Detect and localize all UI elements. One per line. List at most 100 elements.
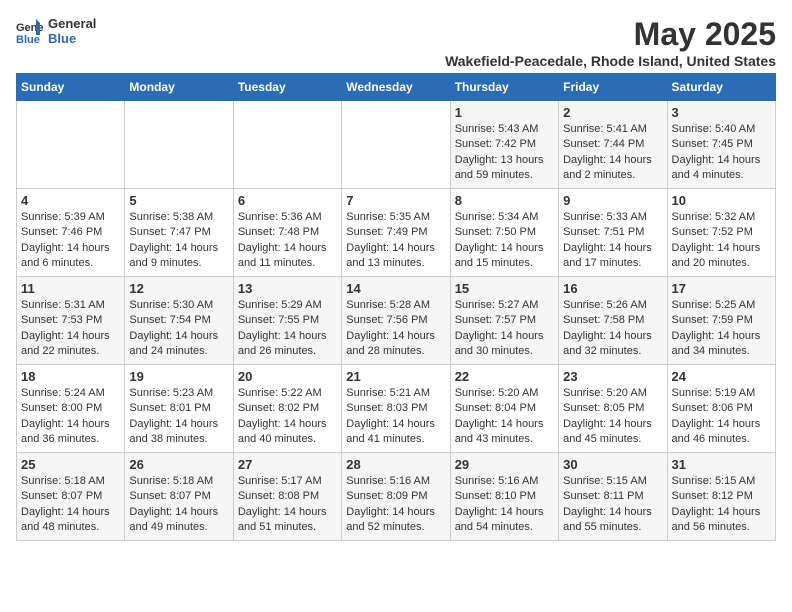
day-info: Sunrise: 5:21 AMSunset: 8:03 PMDaylight:…: [346, 386, 445, 448]
calendar-cell: 2Sunrise: 5:41 AMSunset: 7:44 PMDaylight…: [559, 101, 667, 189]
day-number: 6: [238, 193, 337, 208]
day-info: Sunrise: 5:16 AMSunset: 8:09 PMDaylight:…: [346, 474, 445, 536]
day-info: Sunrise: 5:43 AMSunset: 7:42 PMDaylight:…: [455, 122, 554, 184]
calendar-cell: 29 Sunrise: 5:16 AMSunset: 8:10 PMDayligh…: [450, 453, 558, 541]
day-info: Sunrise: 5:25 AMSunset: 7:59 PMDaylight:…: [672, 298, 771, 360]
calendar-cell: 1 Sunrise: 5:43 AMSunset: 7:42 PMDaylight…: [450, 101, 558, 189]
logo-icon: General Blue: [16, 17, 44, 45]
day-info: Sunrise: 5:29 AMSunset: 7:55 PMDaylight:…: [238, 298, 337, 360]
calendar-cell: [125, 101, 233, 189]
day-number: 5: [129, 193, 228, 208]
day-number: 13: [238, 281, 337, 296]
day-number: 28: [346, 457, 445, 472]
day-number: 1: [455, 105, 554, 120]
day-info: Sunrise: 5:20 AMSunset: 8:05 PMDaylight:…: [563, 386, 662, 448]
day-number: 16: [563, 281, 662, 296]
day-info: Sunrise: 5:15 AMSunset: 8:12 PMDaylight:…: [672, 474, 771, 536]
calendar-table: SundayMondayTuesdayWednesdayThursdayFrid…: [16, 73, 776, 541]
day-number: 9: [563, 193, 662, 208]
day-number: 7: [346, 193, 445, 208]
calendar-cell: 23 Sunrise: 5:20 AMSunset: 8:05 PMDayligh…: [559, 365, 667, 453]
day-info: Sunrise: 5:32 AMSunset: 7:52 PMDaylight:…: [672, 210, 771, 272]
day-info: Sunrise: 5:28 AMSunset: 7:56 PMDaylight:…: [346, 298, 445, 360]
day-info: Sunrise: 5:30 AMSunset: 7:54 PMDaylight:…: [129, 298, 228, 360]
day-info: Sunrise: 5:17 AMSunset: 8:08 PMDaylight:…: [238, 474, 337, 536]
calendar-cell: 26Sunrise: 5:18 AMSunset: 8:07 PMDayligh…: [125, 453, 233, 541]
header-saturday: Saturday: [667, 74, 775, 101]
day-number: 20: [238, 369, 337, 384]
day-number: 23: [563, 369, 662, 384]
day-number: 18: [21, 369, 120, 384]
day-info: Sunrise: 5:20 AMSunset: 8:04 PMDaylight:…: [455, 386, 554, 448]
calendar-cell: 25Sunrise: 5:18 AMSunset: 8:07 PMDayligh…: [17, 453, 125, 541]
calendar-cell: 5 Sunrise: 5:38 AMSunset: 7:47 PMDaylight…: [125, 189, 233, 277]
calendar-cell: 16 Sunrise: 5:26 AMSunset: 7:58 PMDayligh…: [559, 277, 667, 365]
calendar-header-row: SundayMondayTuesdayWednesdayThursdayFrid…: [17, 74, 776, 101]
calendar-cell: [342, 101, 450, 189]
calendar-cell: 22Sunrise: 5:20 AMSunset: 8:04 PMDayligh…: [450, 365, 558, 453]
week-row-4: 18Sunrise: 5:24 AMSunset: 8:00 PMDayligh…: [17, 365, 776, 453]
day-number: 21: [346, 369, 445, 384]
header-sunday: Sunday: [17, 74, 125, 101]
day-info: Sunrise: 5:19 AMSunset: 8:06 PMDaylight:…: [672, 386, 771, 448]
day-info: Sunrise: 5:38 AMSunset: 7:47 PMDaylight:…: [129, 210, 228, 272]
day-info: Sunrise: 5:18 AMSunset: 8:07 PMDaylight:…: [21, 474, 120, 536]
calendar-cell: 24 Sunrise: 5:19 AMSunset: 8:06 PMDayligh…: [667, 365, 775, 453]
day-number: 14: [346, 281, 445, 296]
day-number: 2: [563, 105, 662, 120]
calendar-cell: 20 Sunrise: 5:22 AMSunset: 8:02 PMDayligh…: [233, 365, 341, 453]
day-info: Sunrise: 5:33 AMSunset: 7:51 PMDaylight:…: [563, 210, 662, 272]
day-number: 12: [129, 281, 228, 296]
calendar-cell: 7 Sunrise: 5:35 AMSunset: 7:49 PMDaylight…: [342, 189, 450, 277]
calendar-cell: [233, 101, 341, 189]
day-number: 15: [455, 281, 554, 296]
month-title: May 2025: [445, 16, 776, 53]
calendar-cell: 31 Sunrise: 5:15 AMSunset: 8:12 PMDayligh…: [667, 453, 775, 541]
calendar-cell: 18Sunrise: 5:24 AMSunset: 8:00 PMDayligh…: [17, 365, 125, 453]
calendar-cell: 19 Sunrise: 5:23 AMSunset: 8:01 PMDayligh…: [125, 365, 233, 453]
calendar-cell: 8Sunrise: 5:34 AMSunset: 7:50 PMDaylight…: [450, 189, 558, 277]
header-thursday: Thursday: [450, 74, 558, 101]
day-number: 27: [238, 457, 337, 472]
location: Wakefield-Peacedale, Rhode Island, Unite…: [445, 53, 776, 69]
title-block: May 2025 Wakefield-Peacedale, Rhode Isla…: [445, 16, 776, 69]
calendar-cell: 15 Sunrise: 5:27 AMSunset: 7:57 PMDayligh…: [450, 277, 558, 365]
day-number: 29: [455, 457, 554, 472]
day-info: Sunrise: 5:26 AMSunset: 7:58 PMDaylight:…: [563, 298, 662, 360]
header-monday: Monday: [125, 74, 233, 101]
svg-text:Blue: Blue: [16, 34, 40, 45]
day-info: Sunrise: 5:16 AMSunset: 8:10 PMDaylight:…: [455, 474, 554, 536]
day-info: Sunrise: 5:22 AMSunset: 8:02 PMDaylight:…: [238, 386, 337, 448]
calendar-cell: 14 Sunrise: 5:28 AMSunset: 7:56 PMDayligh…: [342, 277, 450, 365]
header-wednesday: Wednesday: [342, 74, 450, 101]
calendar-cell: 3Sunrise: 5:40 AMSunset: 7:45 PMDaylight…: [667, 101, 775, 189]
day-number: 17: [672, 281, 771, 296]
logo: General Blue General Blue: [16, 16, 96, 46]
day-number: 26: [129, 457, 228, 472]
day-info: Sunrise: 5:35 AMSunset: 7:49 PMDaylight:…: [346, 210, 445, 272]
page-header: General Blue General Blue May 2025 Wakef…: [16, 16, 776, 69]
day-number: 31: [672, 457, 771, 472]
week-row-5: 25Sunrise: 5:18 AMSunset: 8:07 PMDayligh…: [17, 453, 776, 541]
day-info: Sunrise: 5:15 AMSunset: 8:11 PMDaylight:…: [563, 474, 662, 536]
calendar-cell: 13 Sunrise: 5:29 AMSunset: 7:55 PMDayligh…: [233, 277, 341, 365]
calendar-cell: 27 Sunrise: 5:17 AMSunset: 8:08 PMDayligh…: [233, 453, 341, 541]
day-info: Sunrise: 5:31 AMSunset: 7:53 PMDaylight:…: [21, 298, 120, 360]
calendar-cell: 30 Sunrise: 5:15 AMSunset: 8:11 PMDayligh…: [559, 453, 667, 541]
day-number: 30: [563, 457, 662, 472]
calendar-cell: 11Sunrise: 5:31 AMSunset: 7:53 PMDayligh…: [17, 277, 125, 365]
calendar-cell: [17, 101, 125, 189]
day-info: Sunrise: 5:27 AMSunset: 7:57 PMDaylight:…: [455, 298, 554, 360]
day-info: Sunrise: 5:23 AMSunset: 8:01 PMDaylight:…: [129, 386, 228, 448]
day-number: 10: [672, 193, 771, 208]
calendar-cell: 12 Sunrise: 5:30 AMSunset: 7:54 PMDayligh…: [125, 277, 233, 365]
day-info: Sunrise: 5:34 AMSunset: 7:50 PMDaylight:…: [455, 210, 554, 272]
day-number: 4: [21, 193, 120, 208]
calendar-cell: 21 Sunrise: 5:21 AMSunset: 8:03 PMDayligh…: [342, 365, 450, 453]
week-row-3: 11Sunrise: 5:31 AMSunset: 7:53 PMDayligh…: [17, 277, 776, 365]
calendar-cell: 9 Sunrise: 5:33 AMSunset: 7:51 PMDaylight…: [559, 189, 667, 277]
day-number: 24: [672, 369, 771, 384]
week-row-2: 4Sunrise: 5:39 AMSunset: 7:46 PMDaylight…: [17, 189, 776, 277]
day-number: 19: [129, 369, 228, 384]
calendar-cell: 28 Sunrise: 5:16 AMSunset: 8:09 PMDayligh…: [342, 453, 450, 541]
